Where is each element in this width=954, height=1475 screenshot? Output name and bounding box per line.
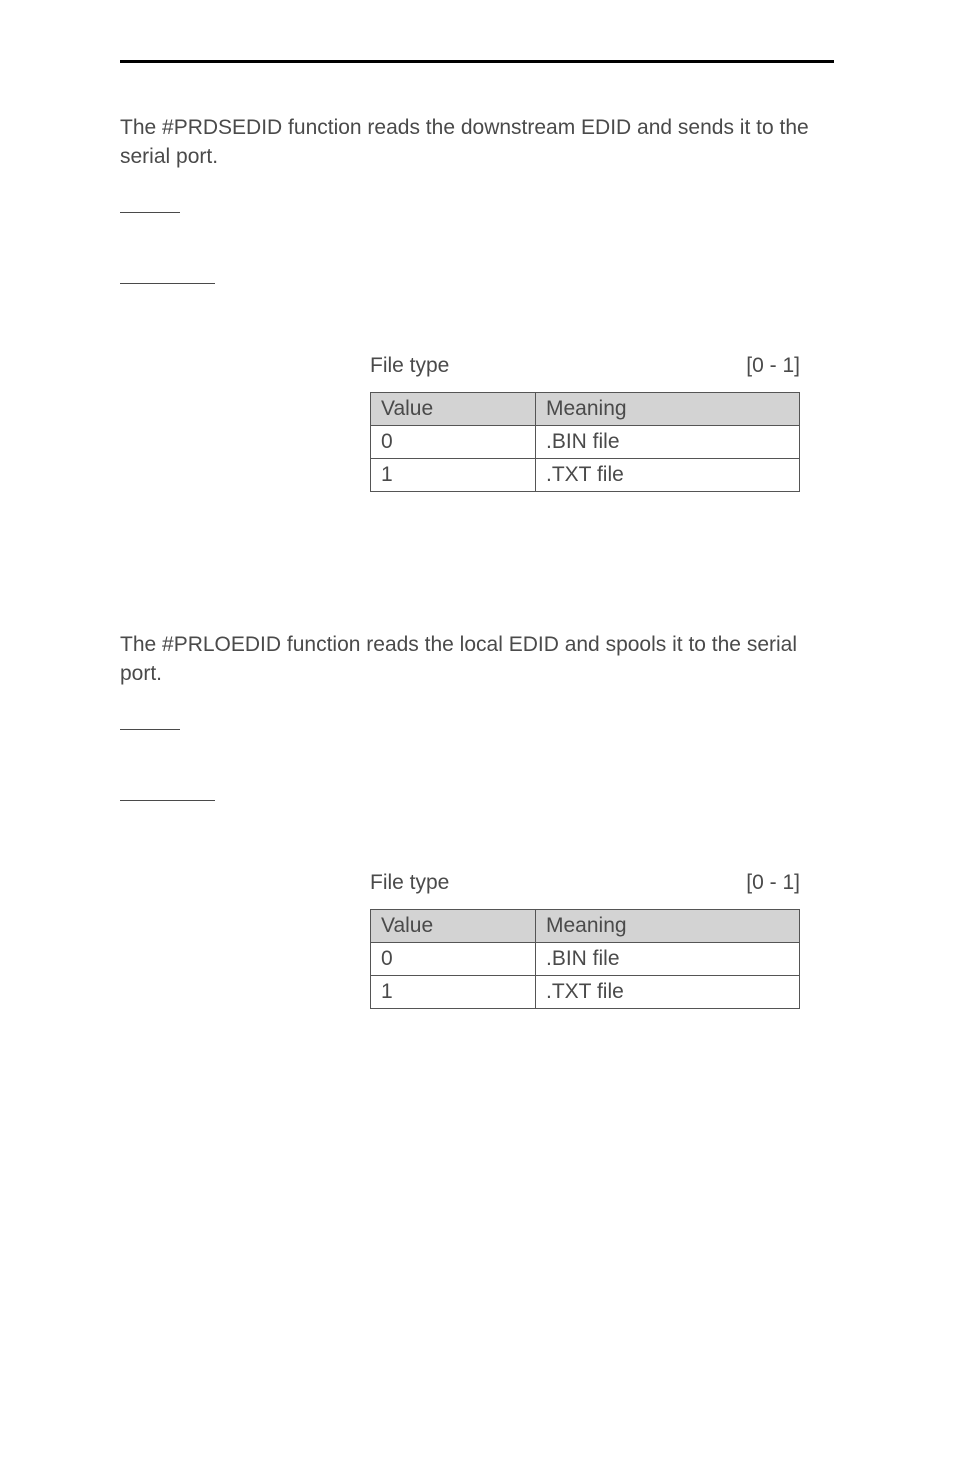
table-header: Value xyxy=(371,392,536,425)
param-range: [0 - 1] xyxy=(746,871,800,895)
underline-2b xyxy=(120,800,215,801)
underline-1b xyxy=(120,283,215,284)
table-row: Value Meaning xyxy=(371,909,800,942)
table-header: Meaning xyxy=(536,392,800,425)
param-table: Value Meaning 0 .BIN file 1 .TXT file xyxy=(370,392,800,492)
table-row: 0 .BIN file xyxy=(371,942,800,975)
table-cell: .TXT file xyxy=(536,458,800,491)
param-label: File type xyxy=(370,871,449,895)
section-description: The #PRDSEDID function reads the downstr… xyxy=(120,113,834,172)
table-header: Meaning xyxy=(536,909,800,942)
table-cell: .BIN file xyxy=(536,942,800,975)
table-cell: 0 xyxy=(371,942,536,975)
table-row: 1 .TXT file xyxy=(371,975,800,1008)
table-cell: 1 xyxy=(371,458,536,491)
table-row: 0 .BIN file xyxy=(371,425,800,458)
param-table: Value Meaning 0 .BIN file 1 .TXT file xyxy=(370,909,800,1009)
param-label: File type xyxy=(370,354,449,378)
section-description: The #PRLOEDID function reads the local E… xyxy=(120,630,834,689)
header-rule xyxy=(120,60,834,63)
table-cell: 1 xyxy=(371,975,536,1008)
table-cell: .BIN file xyxy=(536,425,800,458)
table-row: Value Meaning xyxy=(371,392,800,425)
param-block-1: File type [0 - 1] Value Meaning 0 .BIN f… xyxy=(370,354,834,492)
table-row: 1 .TXT file xyxy=(371,458,800,491)
table-header: Value xyxy=(371,909,536,942)
underline-1a xyxy=(120,212,180,213)
table-cell: 0 xyxy=(371,425,536,458)
underline-2a xyxy=(120,729,180,730)
param-range: [0 - 1] xyxy=(746,354,800,378)
table-cell: .TXT file xyxy=(536,975,800,1008)
param-block-2: File type [0 - 1] Value Meaning 0 .BIN f… xyxy=(370,871,834,1009)
